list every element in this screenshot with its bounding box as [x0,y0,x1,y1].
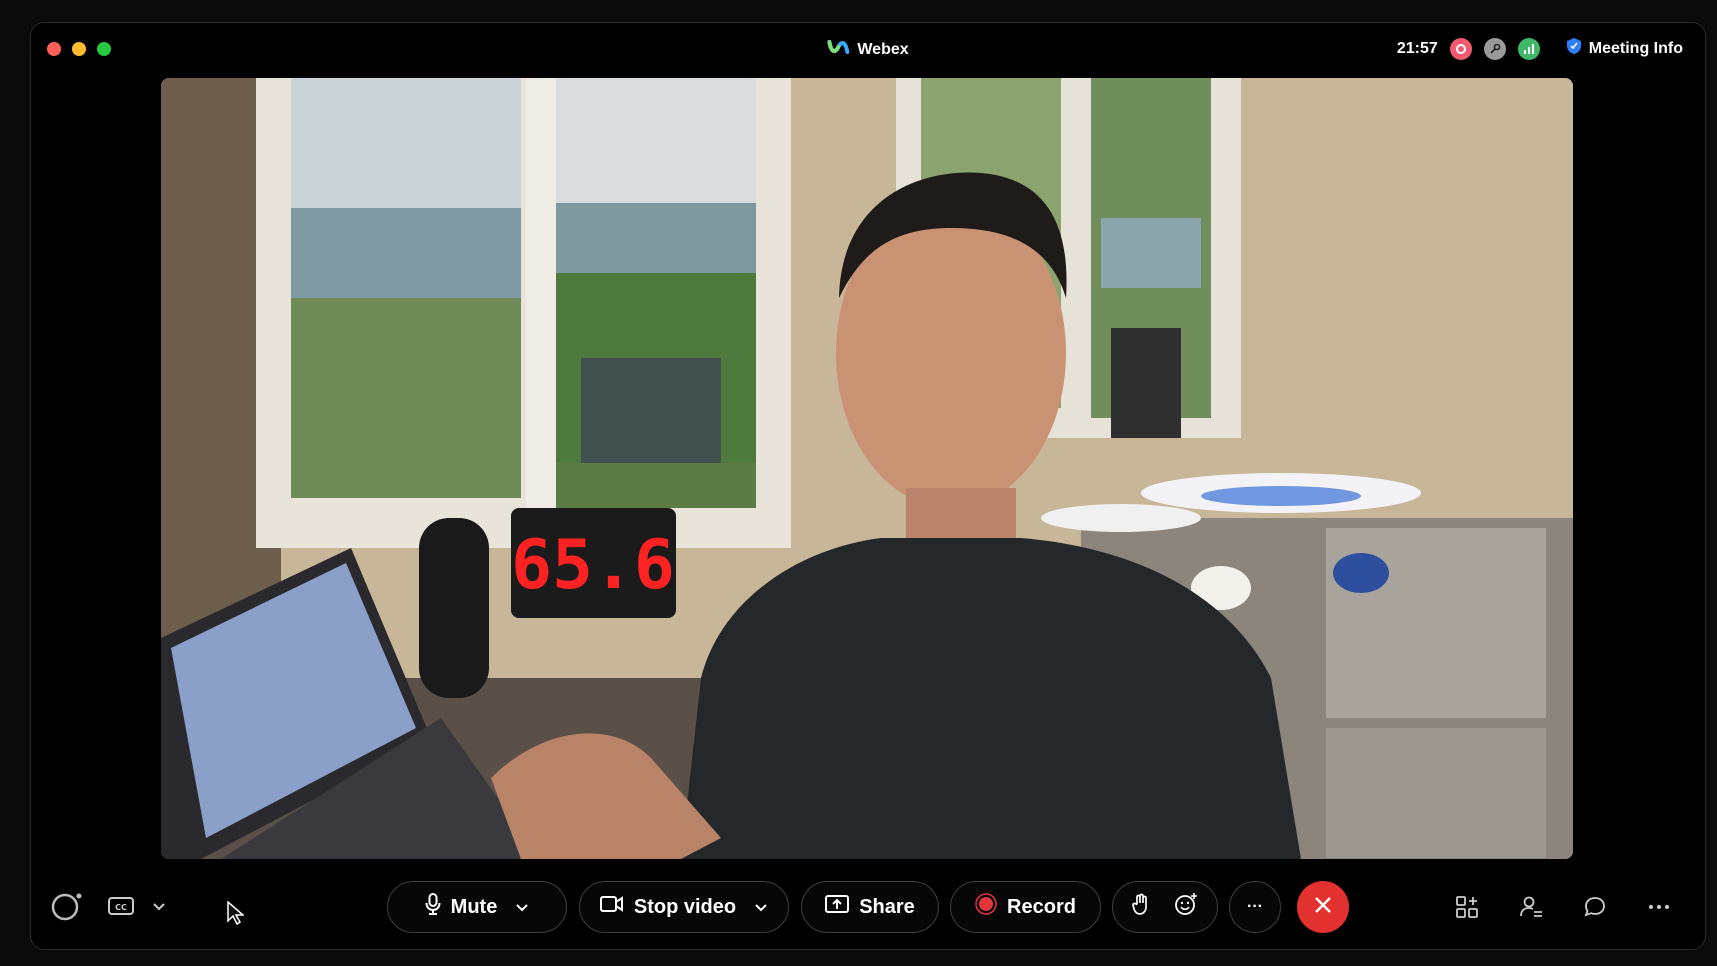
chat-icon[interactable] [1577,889,1613,925]
share-screen-icon [825,894,850,920]
record-label: Record [1007,895,1076,918]
reactions-emoji-icon[interactable] [1174,892,1198,922]
close-window-button[interactable] [47,42,61,56]
shield-icon [1566,37,1582,60]
record-button[interactable]: Record [950,881,1101,933]
leave-meeting-button[interactable] [1297,881,1349,933]
more-options-button[interactable]: ··· [1229,881,1281,933]
svg-text:CC: CC [115,903,127,912]
network-signal-icon[interactable] [1517,37,1540,60]
status-area: 21:57 Meeting Info [1397,37,1683,60]
captions-options-chevron-icon[interactable] [141,889,177,925]
clock: 21:57 [1396,39,1438,57]
stop-video-label: Stop video [633,895,737,918]
video-scene-image: 65.6 [161,78,1573,859]
microphone-icon [425,893,441,921]
closed-captions-icon[interactable]: CC [103,889,139,925]
record-dot-icon [975,893,997,921]
meeting-info-button[interactable]: Meeting Info [1566,37,1683,60]
apps-icon[interactable] [1449,889,1485,925]
video-options-chevron-icon[interactable] [754,896,768,919]
close-icon [1314,896,1332,919]
window-controls [47,42,111,56]
title-bar: Webex 21:57 Meeting Info [31,23,1705,75]
raise-hand-icon[interactable] [1132,893,1150,921]
more-options-label: ··· [1247,898,1263,915]
more-panels-icon[interactable] [1641,889,1677,925]
minimize-window-button[interactable] [72,42,86,56]
mouse-cursor-icon [217,895,253,931]
stop-video-button[interactable]: Stop video [579,881,789,933]
participants-icon[interactable] [1513,889,1549,925]
video-camera-icon [599,895,624,919]
app-title-text: Webex [857,40,909,58]
share-button[interactable]: Share [801,881,939,933]
webex-assistant-icon[interactable] [49,889,85,925]
app-title: Webex [827,39,909,60]
maximize-window-button[interactable] [97,42,111,56]
share-label: Share [859,895,915,918]
display-reading: 65.6 [511,526,675,605]
meeting-info-label: Meeting Info [1588,39,1683,57]
webex-window: Webex 21:57 Meeting Info 65.6 CC Mute St… [30,22,1706,950]
reactions-group [1112,881,1218,933]
recording-indicator-icon[interactable] [1449,37,1472,60]
meeting-controls-bar: CC Mute Stop video Share Record ··· [31,881,1705,937]
mute-label: Mute [450,895,498,918]
webex-logo-icon [827,39,850,60]
mute-options-chevron-icon[interactable] [515,896,529,919]
mute-button[interactable]: Mute [387,881,567,933]
participant-video: 65.6 [161,78,1573,859]
key-icon[interactable] [1483,37,1506,60]
